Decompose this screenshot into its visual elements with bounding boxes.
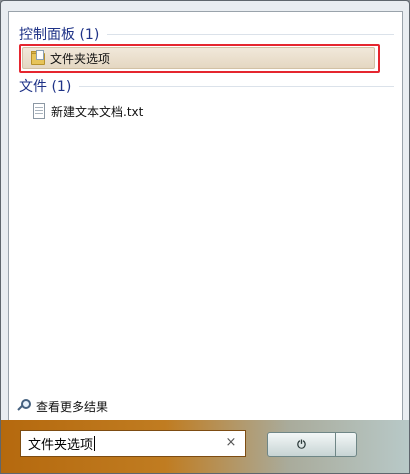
result-item-label: 新建文本文档.txt bbox=[51, 104, 144, 119]
text-caret bbox=[94, 436, 96, 451]
shutdown-button[interactable]: ⏻ bbox=[267, 432, 336, 457]
clear-search-button[interactable]: × bbox=[223, 435, 239, 451]
group-title-files: 文件 (1) bbox=[19, 79, 72, 95]
see-more-label: 查看更多结果 bbox=[36, 399, 109, 414]
shutdown-options-button[interactable] bbox=[336, 432, 357, 457]
see-more-results-link[interactable]: 查看更多结果 bbox=[17, 397, 109, 415]
group-divider bbox=[107, 33, 394, 35]
text-document-icon bbox=[31, 103, 47, 119]
search-input-value: 文件夹选项 bbox=[28, 438, 94, 453]
group-header-control-panel[interactable]: 控制面板 (1) bbox=[19, 24, 394, 44]
group-header-files[interactable]: 文件 (1) bbox=[19, 76, 394, 96]
search-results-pane: 控制面板 (1) 文件夹选项 文件 (1) 新建文本文档.txt bbox=[8, 11, 403, 421]
search-icon bbox=[17, 399, 32, 413]
search-input[interactable]: 文件夹选项 × bbox=[20, 430, 246, 457]
power-icon: ⏻ bbox=[297, 437, 306, 451]
result-item-text-document[interactable]: 新建文本文档.txt bbox=[31, 100, 231, 122]
group-divider bbox=[79, 85, 394, 87]
group-title-control-panel: 控制面板 (1) bbox=[19, 27, 100, 43]
start-menu: 控制面板 (1) 文件夹选项 文件 (1) 新建文本文档.txt 查看更多结果 … bbox=[0, 0, 410, 474]
red-highlight-box bbox=[19, 44, 380, 73]
